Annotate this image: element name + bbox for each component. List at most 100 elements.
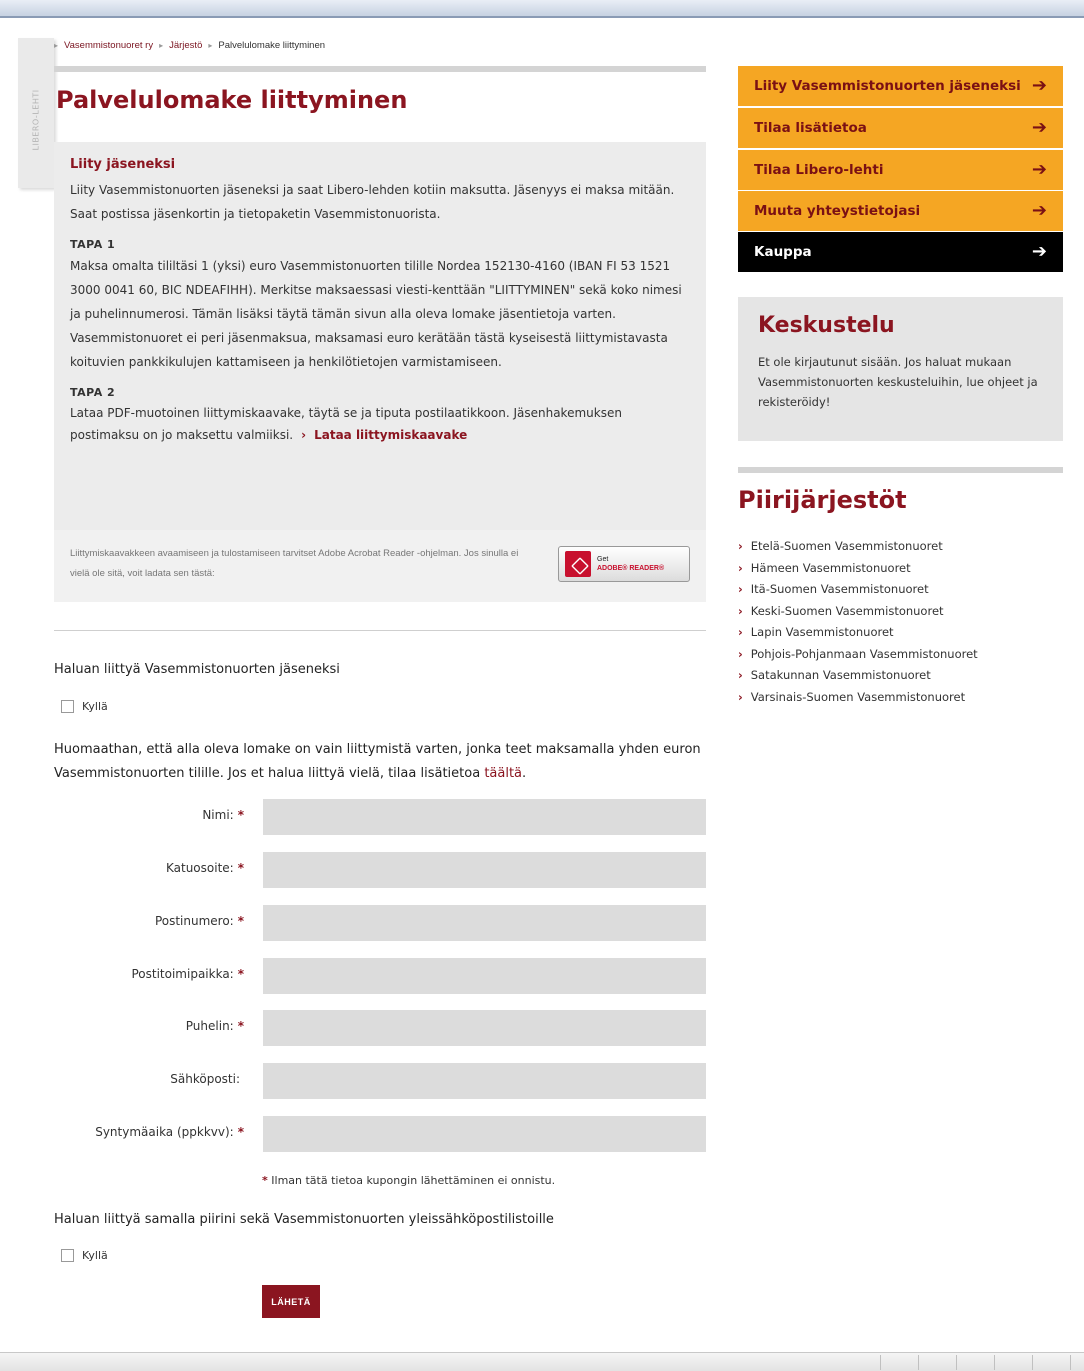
- info-intro: Liity Vasemmistonuorten jäseneksi ja saa…: [70, 183, 675, 221]
- arrow-right-icon: ➔: [1031, 241, 1047, 262]
- action-join-button[interactable]: Liity Vasemmistonuorten jäseneksi ➔: [738, 66, 1063, 106]
- breadcrumb-current: Palvelulomake liittyminen: [218, 40, 326, 51]
- breadcrumb-arrow-icon: ▸: [208, 41, 213, 50]
- required-mark: *: [237, 1019, 244, 1033]
- adobe-get-label: Get: [597, 556, 609, 563]
- district-label: Itä-Suomen Vasemmistonuoret: [750, 582, 929, 596]
- chevron-right-icon: ›: [738, 689, 743, 704]
- district-label: Lapin Vasemmistonuoret: [750, 625, 894, 639]
- district-item[interactable]: › Etelä-Suomen Vasemmistonuoret: [738, 536, 978, 558]
- arrow-right-icon: ➔: [1031, 117, 1047, 138]
- form-note: Huomaathan, että alla oleva lomake on va…: [54, 742, 701, 781]
- breadcrumb-arrow-icon: ▸: [159, 41, 164, 50]
- action-libero-button[interactable]: Tilaa Libero-lehti ➔: [738, 150, 1063, 190]
- join-checkbox[interactable]: [61, 700, 74, 713]
- required-mark: *: [237, 861, 244, 875]
- breadcrumb: ▸ Vasemmistonuoret ry ▸ Järjestö ▸ Palve…: [54, 40, 325, 51]
- chevron-right-icon: ›: [738, 603, 743, 618]
- main-divider: [54, 66, 706, 72]
- browser-top-bar: [0, 0, 1084, 18]
- district-label: Varsinais-Suomen Vasemmistonuoret: [750, 689, 966, 704]
- field-label: Sähköposti:: [170, 1072, 244, 1086]
- status-bar-divider: [918, 1355, 919, 1370]
- form-row-katuosoite: Katuosoite: *: [54, 852, 706, 888]
- required-mark: *: [237, 914, 244, 928]
- tapa2-paragraph: Lataa PDF-muotoinen liittymiskaavake, tä…: [70, 402, 690, 446]
- street-address-input[interactable]: [263, 852, 706, 888]
- chevron-right-icon: ›: [738, 668, 743, 682]
- required-mark: *: [262, 1174, 268, 1187]
- browser-status-bar: [0, 1352, 1084, 1371]
- mailing-list-question: Haluan liittyä samalla piirini sekä Vase…: [54, 1212, 554, 1227]
- arrow-right-icon: ➔: [1031, 75, 1047, 96]
- breadcrumb-link-jarjesto[interactable]: Järjestö: [169, 40, 202, 51]
- submit-button[interactable]: LÄHETÄ: [262, 1285, 320, 1318]
- email-input[interactable]: [263, 1063, 706, 1099]
- status-bar-divider: [880, 1355, 881, 1370]
- chevron-right-icon: ›: [738, 625, 743, 639]
- get-adobe-reader-button[interactable]: Get ADOBE® READER®: [558, 546, 690, 582]
- field-label-text: Katuosoite:: [165, 861, 234, 875]
- field-label-text: Postitoimipaikka:: [131, 967, 234, 981]
- districts-title: Piirijärjestöt: [738, 486, 907, 514]
- chevron-right-icon: ›: [738, 582, 743, 596]
- action-label: Tilaa lisätietoa: [754, 120, 867, 136]
- more-info-link[interactable]: täältä: [484, 766, 522, 781]
- tapa1-title: TAPA 1: [70, 238, 116, 251]
- discussion-box: Keskustelu Et ole kirjautunut sisään. Jo…: [738, 297, 1063, 441]
- district-item[interactable]: › Itä-Suomen Vasemmistonuoret: [738, 579, 978, 601]
- district-item[interactable]: › Lapin Vasemmistonuoret: [738, 622, 978, 644]
- districts-list: › Etelä-Suomen Vasemmistonuoret › Hämeen V…: [738, 536, 978, 708]
- field-label: Postitoimipaikka: *: [131, 967, 244, 981]
- form-note-text: Huomaathan, että alla oleva lomake on va…: [54, 742, 701, 781]
- required-note: * Ilman tätä tietoa kupongin lähettämine…: [262, 1174, 555, 1187]
- arrow-right-icon: ➔: [1031, 159, 1047, 180]
- district-item[interactable]: › Hämeen Vasemmistonuoret: [738, 558, 978, 580]
- discussion-text: Et ole kirjautunut sisään. Jos haluat mu…: [758, 355, 1038, 409]
- form-row-puhelin: Puhelin: *: [54, 1010, 706, 1046]
- field-label-text: Nimi:: [202, 808, 234, 822]
- required-mark: *: [237, 808, 244, 822]
- postal-code-input[interactable]: [263, 905, 706, 941]
- action-label: Liity Vasemmistonuorten jäseneksi: [754, 78, 1021, 94]
- phone-input[interactable]: [263, 1010, 706, 1046]
- status-bar-divider: [1070, 1355, 1071, 1370]
- action-label: Tilaa Libero-lehti: [754, 162, 884, 178]
- form-row-postitoimipaikka: Postitoimipaikka: *: [54, 958, 706, 994]
- mailing-list-checkbox-label: Kyllä: [82, 1249, 108, 1262]
- district-item[interactable]: › Pohjois-Pohjanmaan Vasemmistonuoret: [738, 644, 978, 666]
- join-checkbox-label: Kyllä: [82, 700, 108, 713]
- form-row-nimi: Nimi: *: [54, 799, 706, 835]
- city-input[interactable]: [263, 958, 706, 994]
- status-bar-divider: [1032, 1355, 1033, 1370]
- mailing-list-checkbox[interactable]: [61, 1249, 74, 1262]
- field-label: Syntymäaika (ppkkvv): *: [95, 1125, 244, 1139]
- chevron-right-icon: ›: [738, 646, 743, 661]
- section-divider: [54, 630, 706, 631]
- name-input[interactable]: [263, 799, 706, 835]
- birthdate-input[interactable]: [263, 1116, 706, 1152]
- info-heading: Liity jäseneksi: [70, 157, 176, 172]
- adobe-reader-box: Liittymiskaavakkeen avaamiseen ja tulost…: [54, 530, 706, 602]
- join-info-box: Liity jäseneksi Liity Vasemmistonuorten …: [54, 142, 706, 530]
- page-title: Palvelulomake liittyminen: [56, 86, 408, 114]
- tapa2-title: TAPA 2: [70, 386, 116, 399]
- side-tab-label: LIBERO-LEHTI: [31, 89, 41, 151]
- join-question: Haluan liittyä Vasemmistonuorten jäsenek…: [54, 662, 340, 677]
- district-item[interactable]: › Satakunnan Vasemmistonuoret: [738, 665, 978, 687]
- download-form-link[interactable]: Lataa liittymiskaavake: [314, 428, 467, 442]
- district-item[interactable]: › Varsinais-Suomen Vasemmistonuoret: [738, 687, 978, 709]
- required-mark: *: [237, 1125, 244, 1139]
- required-mark: *: [237, 967, 244, 981]
- status-bar-divider: [956, 1355, 957, 1370]
- action-shop-button[interactable]: Kauppa ➔: [738, 232, 1063, 272]
- action-update-contact-button[interactable]: Muuta yhteystietojasi ➔: [738, 191, 1063, 231]
- action-more-info-button[interactable]: Tilaa lisätietoa ➔: [738, 108, 1063, 148]
- form-row-syntymaaika: Syntymäaika (ppkkvv): *: [54, 1116, 706, 1152]
- breadcrumb-link-home[interactable]: Vasemmistonuoret ry: [64, 40, 153, 51]
- district-label: Satakunnan Vasemmistonuoret: [750, 668, 931, 682]
- arrow-right-icon: ➔: [1031, 200, 1047, 221]
- action-label: Kauppa: [754, 244, 812, 260]
- libero-side-tab[interactable]: LIBERO-LEHTI: [18, 38, 54, 188]
- district-item[interactable]: › Keski-Suomen Vasemmistonuoret: [738, 601, 978, 623]
